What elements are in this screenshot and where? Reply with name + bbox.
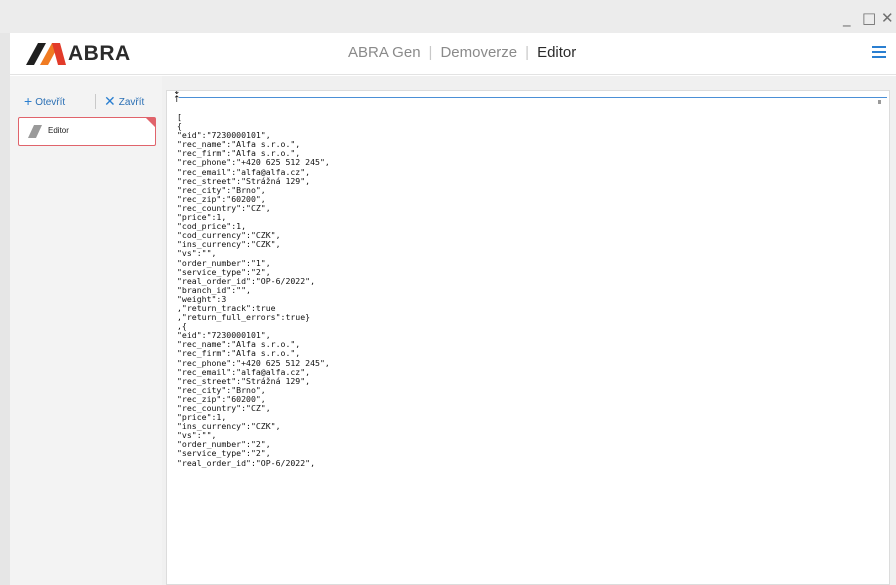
breadcrumb-separator: |: [428, 44, 433, 61]
editor-panel: ↓ ↑ [{"eid":"7230000101", "rec_name":"Alfa…: [162, 76, 896, 585]
code-line[interactable]: "price":1,: [177, 412, 877, 422]
code-line[interactable]: "order_number":"2",: [177, 440, 877, 449]
ruler-pin-icon[interactable]: [878, 100, 881, 104]
code-line[interactable]: ,{: [177, 322, 877, 331]
code-line[interactable]: "ins_currency":"CZK",: [177, 240, 877, 249]
code-line[interactable]: "rec_zip":"60200",: [177, 394, 877, 404]
code-line[interactable]: "rec_street":"Strážná 129",: [177, 176, 877, 186]
breadcrumb: ABRA Gen | Demoverze | Editor: [348, 44, 576, 62]
minimize-button[interactable]: _: [843, 10, 851, 26]
close-window-button[interactable]: ✕: [881, 10, 894, 26]
code-line[interactable]: "vs":"",: [177, 431, 877, 440]
code-line[interactable]: "rec_street":"Strážná 129",: [177, 376, 877, 386]
code-editor[interactable]: ↓ ↑ [{"eid":"7230000101", "rec_name":"Alfa…: [166, 90, 890, 585]
abra-logo-icon: [26, 43, 66, 65]
document-tab-icon: [28, 125, 42, 138]
code-line[interactable]: "order_number":"1",: [177, 258, 877, 268]
code-line[interactable]: "rec_city":"Brno",: [177, 185, 877, 195]
document-tab-editor[interactable]: Editor: [18, 117, 156, 146]
code-line[interactable]: ,"return_full_errors":true}: [177, 312, 877, 322]
open-button[interactable]: + Otevřít: [24, 94, 65, 110]
plus-icon: +: [24, 93, 33, 109]
app-header: ABRA ABRA Gen | Demoverze | Editor: [10, 33, 896, 75]
breadcrumb-abra-gen[interactable]: ABRA Gen: [348, 44, 421, 61]
code-line[interactable]: "cod_price":1,: [177, 222, 877, 231]
open-label: Otevřít: [35, 97, 66, 108]
breadcrumb-editor: Editor: [537, 44, 577, 61]
code-line[interactable]: "ins_currency":"CZK",: [177, 422, 877, 431]
breadcrumb-demoverze[interactable]: Demoverze: [440, 44, 517, 61]
code-line[interactable]: "weight":3: [177, 294, 877, 304]
close-label: Zavřít: [118, 97, 145, 108]
window-titlebar: _ □ ✕: [0, 0, 896, 33]
code-line[interactable]: [: [177, 112, 877, 122]
editor-ruler: ↓ ↑: [167, 91, 889, 105]
modified-marker: [146, 118, 155, 127]
window-frame: [0, 33, 10, 585]
logo-text: ABRA: [68, 42, 131, 65]
close-button[interactable]: ✕ Zavřít: [104, 94, 144, 110]
code-content[interactable]: [{"eid":"7230000101", "rec_name":"Alfa s.…: [177, 112, 877, 468]
breadcrumb-separator: |: [525, 44, 530, 61]
code-line[interactable]: "rec_city":"Brno",: [177, 385, 877, 395]
toolbar-divider: [95, 94, 96, 109]
code-line[interactable]: "rec_country":"CZ",: [177, 403, 877, 413]
code-line[interactable]: "vs":"",: [177, 249, 877, 258]
sidebar: + Otevřít ✕ Zavřít Editor: [10, 76, 162, 585]
code-line[interactable]: "cod_currency":"CZK",: [177, 231, 877, 240]
code-line[interactable]: "real_order_id":"OP-6/2022",: [177, 276, 877, 286]
maximize-button[interactable]: □: [862, 10, 876, 26]
code-line[interactable]: "price":1,: [177, 212, 877, 222]
code-line[interactable]: "real_order_id":"OP-6/2022",: [177, 458, 877, 468]
x-icon: ✕: [104, 93, 116, 109]
code-line[interactable]: "branch_id":"",: [177, 285, 877, 295]
code-line[interactable]: "rec_zip":"60200",: [177, 194, 877, 204]
hamburger-icon[interactable]: [872, 46, 886, 58]
code-line[interactable]: {: [177, 121, 877, 131]
document-tab-label: Editor: [48, 126, 69, 135]
code-line[interactable]: "rec_country":"CZ",: [177, 203, 877, 213]
ruler-line: [179, 97, 887, 98]
